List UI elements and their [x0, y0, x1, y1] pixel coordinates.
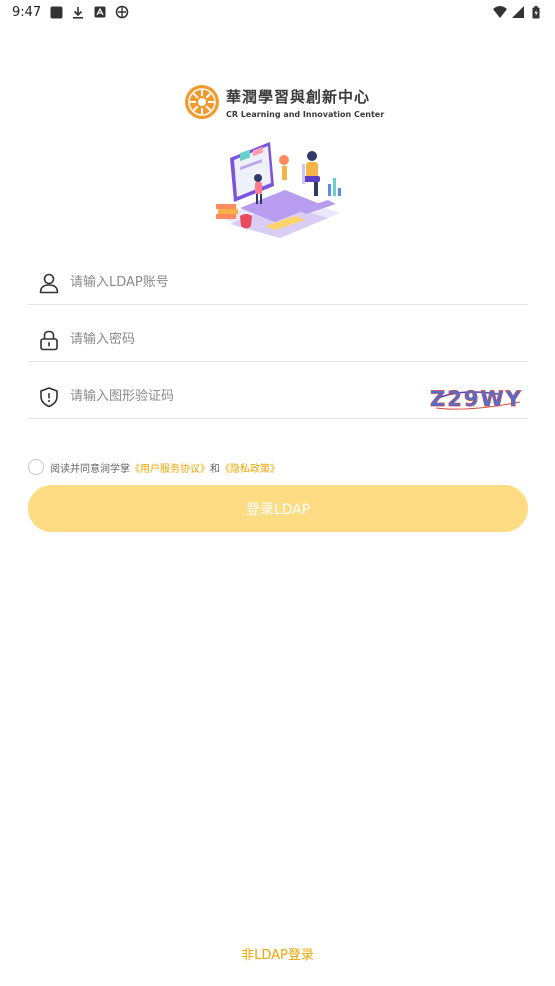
logo-emblem-icon: [185, 85, 219, 119]
brand-logo: 華潤學習與創新中心 CR Learning and Innovation Cen…: [184, 84, 384, 120]
font-icon: [93, 5, 107, 19]
agreement-prefix: 阅读并同意润学掌: [50, 463, 130, 475]
captcha-field: Z29WY: [28, 375, 528, 419]
square-icon: [49, 5, 63, 19]
username-input[interactable]: [70, 275, 528, 290]
status-right: [493, 5, 543, 19]
captcha-text: Z29WY: [430, 387, 523, 411]
user-agreement-link[interactable]: 《用户服务协议》: [130, 460, 210, 475]
logo-text: 華潤學習與創新中心 CR Learning and Innovation Cen…: [226, 86, 384, 119]
captcha-input[interactable]: [70, 389, 428, 404]
agreement-checkbox[interactable]: [28, 459, 44, 475]
agreement-and: 和: [210, 463, 220, 475]
battery-icon: [529, 5, 543, 19]
logo-name-cn: 華潤學習與創新中心: [226, 87, 371, 106]
agreement-row: 阅读并同意润学掌 《用户服务协议》 和 《隐私政策》: [28, 459, 280, 475]
status-bar: 9:47: [0, 0, 555, 24]
login-button[interactable]: 登录LDAP: [28, 485, 528, 532]
non-ldap-login-link[interactable]: 非LDAP登录: [0, 944, 555, 963]
username-field: [28, 261, 528, 305]
captcha-image[interactable]: Z29WY: [428, 382, 524, 412]
privacy-policy-link[interactable]: 《隐私政策》: [220, 460, 280, 475]
download-icon: [71, 5, 85, 19]
logo-name-en: CR Learning and Innovation Center: [226, 109, 385, 119]
shield-icon: [40, 386, 58, 407]
app-icon: [115, 5, 129, 19]
wifi-icon: [493, 5, 507, 19]
status-time: 9:47: [12, 4, 42, 20]
password-input[interactable]: [70, 332, 528, 347]
lock-icon: [40, 330, 58, 350]
user-icon: [39, 273, 59, 293]
login-illustration: [216, 142, 341, 238]
status-left: 9:47: [12, 5, 129, 20]
password-field: [28, 318, 528, 362]
signal-icon: [511, 5, 525, 19]
